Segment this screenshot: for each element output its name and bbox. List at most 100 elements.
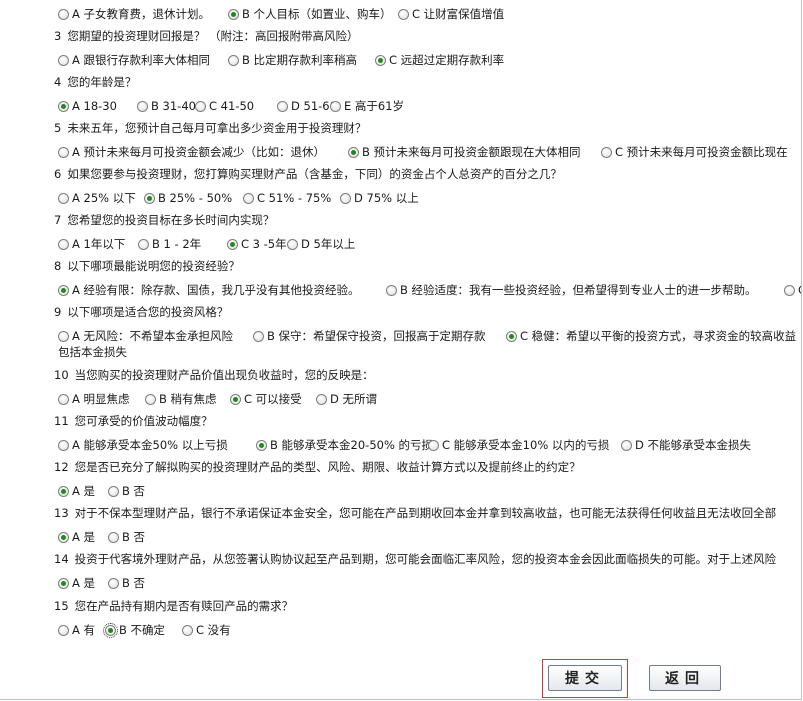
radio-option[interactable]: A 子女教育费，退休计划。 — [58, 6, 210, 22]
radio-unchecked-icon[interactable] — [137, 100, 148, 112]
radio-unchecked-icon[interactable] — [277, 100, 288, 112]
option-label: A 预计未来每月可投资金额会减少（比如：退休） — [72, 145, 326, 159]
radio-option[interactable]: D 不能够承受本金损失 — [621, 437, 751, 453]
radio-option[interactable]: A 1年以下 — [58, 236, 125, 252]
radio-option[interactable]: A 是 — [58, 529, 95, 545]
radio-checked-icon[interactable] — [256, 439, 267, 451]
radio-option[interactable]: D 5年以上 — [287, 236, 355, 252]
radio-unchecked-icon[interactable] — [228, 54, 239, 66]
radio-checked-icon[interactable] — [58, 100, 69, 112]
radio-unchecked-icon[interactable] — [58, 146, 69, 158]
radio-unchecked-icon[interactable] — [108, 531, 119, 543]
radio-unchecked-icon[interactable] — [58, 439, 69, 451]
radio-unchecked-icon[interactable] — [330, 100, 341, 112]
question-text: 您希望您的投资目标在多长时间内实现？ — [67, 213, 275, 227]
radio-unchecked-icon[interactable] — [58, 238, 69, 250]
radio-option[interactable]: C 51% - 75% — [243, 190, 331, 206]
radio-unchecked-icon[interactable] — [108, 485, 119, 497]
radio-unchecked-icon[interactable] — [316, 393, 327, 405]
radio-option[interactable]: A 预计未来每月可投资金额会减少（比如：退休） — [58, 144, 325, 160]
radio-unchecked-icon[interactable] — [340, 192, 351, 204]
radio-option[interactable]: B 经验适度：我有一些投资经验，但希望得到专业人士的进一步帮助。 — [386, 282, 757, 298]
radio-option[interactable]: E 高于61岁 — [330, 98, 404, 114]
radio-option[interactable]: D 51-60 — [277, 98, 337, 114]
radio-unchecked-icon[interactable] — [601, 146, 612, 158]
radio-option[interactable]: B 保守：希望保守投资，回报高于定期存款 — [253, 328, 486, 344]
radio-option[interactable]: D 75% 以上 — [340, 190, 419, 206]
radio-option[interactable]: B 预计未来每月可投资金额跟现在大体相同 — [348, 144, 581, 160]
radio-option[interactable]: A 经验有限：除存款、国债，我几乎没有其他投资经验。 — [58, 282, 360, 298]
radio-option[interactable]: B 稍有焦虑 — [145, 391, 217, 407]
question-number: 12 — [54, 460, 69, 474]
radio-option[interactable]: A 跟银行存款利率大体相同 — [58, 52, 210, 68]
radio-unchecked-icon[interactable] — [386, 284, 397, 296]
back-button[interactable]: 返回 — [649, 665, 721, 691]
radio-unchecked-icon[interactable] — [398, 8, 409, 20]
radio-option[interactable]: B 31-40 — [137, 98, 196, 114]
radio-option[interactable]: A 能够承受本金50% 以上亏损 — [58, 437, 228, 453]
radio-option[interactable]: A 是 — [58, 575, 95, 591]
radio-unchecked-icon[interactable] — [138, 238, 149, 250]
radio-checked-icon[interactable] — [375, 54, 386, 66]
question-number: 3 — [54, 29, 62, 43]
radio-option[interactable]: C 41-50 — [195, 98, 254, 114]
radio-unchecked-icon[interactable] — [195, 100, 206, 112]
radio-option[interactable]: A 明显焦虑 — [58, 391, 130, 407]
radio-option[interactable]: B 比定期存款利率稍高 — [228, 52, 357, 68]
radio-checked-icon[interactable] — [103, 622, 118, 638]
radio-option[interactable]: A 有 — [58, 622, 95, 638]
radio-checked-icon[interactable] — [227, 238, 238, 250]
radio-unchecked-icon[interactable] — [58, 393, 69, 405]
option-label: B 保守：希望保守投资，回报高于定期存款 — [267, 329, 486, 343]
radio-unchecked-icon[interactable] — [243, 192, 254, 204]
radio-option[interactable]: C — [784, 282, 801, 298]
radio-checked-icon[interactable] — [506, 330, 517, 342]
radio-checked-icon[interactable] — [58, 485, 69, 497]
radio-option[interactable]: D 无所谓 — [316, 391, 377, 407]
radio-unchecked-icon[interactable] — [58, 192, 69, 204]
radio-option[interactable]: B 1 - 2年 — [138, 236, 201, 252]
radio-option[interactable]: C 可以接受 — [230, 391, 302, 407]
radio-option[interactable]: B 否 — [108, 575, 145, 591]
radio-option[interactable]: B 能够承受本金20-50% 的亏损 — [256, 437, 433, 453]
question-title: 13 对于不保本型理财产品，银行不承诺保证本金安全，您可能在产品到期收回本金并拿到… — [54, 506, 776, 520]
radio-option[interactable]: A 25% 以下 — [58, 190, 136, 206]
radio-checked-icon[interactable] — [348, 146, 359, 158]
radio-unchecked-icon[interactable] — [58, 330, 69, 342]
radio-option[interactable]: B 不确定 — [103, 622, 165, 638]
radio-option[interactable]: A 18-30 — [58, 98, 117, 114]
radio-option[interactable]: C 稳健：希望以平衡的投资方式，寻求资金的较高收益 — [506, 328, 796, 344]
radio-option[interactable]: C 预计未来每月可投资金额比现在 — [601, 144, 788, 160]
radio-option[interactable]: B 否 — [108, 483, 145, 499]
radio-checked-icon[interactable] — [58, 284, 69, 296]
radio-option[interactable]: C 3 -5年 — [227, 236, 287, 252]
radio-unchecked-icon[interactable] — [58, 624, 69, 636]
radio-option[interactable]: C 能够承受本金10% 以内的亏损 — [428, 437, 609, 453]
radio-option[interactable]: A 无风险：不希望本金承担风险 — [58, 328, 233, 344]
radio-unchecked-icon[interactable] — [58, 54, 69, 66]
radio-option[interactable]: C 让财富保值增值 — [398, 6, 504, 22]
radio-option[interactable]: C 没有 — [182, 622, 231, 638]
submit-button[interactable]: 提交 — [548, 665, 622, 691]
radio-option[interactable]: C 远超过定期存款利率 — [375, 52, 504, 68]
radio-checked-icon[interactable] — [228, 8, 239, 20]
radio-unchecked-icon[interactable] — [58, 8, 69, 20]
radio-option[interactable]: B 否 — [108, 529, 145, 545]
radio-checked-icon[interactable] — [58, 577, 69, 589]
radio-unchecked-icon[interactable] — [253, 330, 264, 342]
radio-unchecked-icon[interactable] — [182, 624, 193, 636]
option-label: C 41-50 — [209, 99, 255, 113]
radio-unchecked-icon[interactable] — [621, 439, 632, 451]
radio-unchecked-icon[interactable] — [287, 238, 298, 250]
radio-unchecked-icon[interactable] — [428, 439, 439, 451]
radio-unchecked-icon[interactable] — [108, 577, 119, 589]
radio-option[interactable]: B 个人目标（如置业、购车） — [228, 6, 392, 22]
option-label: B 否 — [122, 576, 146, 590]
radio-checked-icon[interactable] — [230, 393, 241, 405]
radio-checked-icon[interactable] — [144, 192, 155, 204]
radio-option[interactable]: A 是 — [58, 483, 95, 499]
radio-unchecked-icon[interactable] — [784, 284, 795, 296]
radio-option[interactable]: B 25% - 50% — [144, 190, 232, 206]
radio-checked-icon[interactable] — [58, 531, 69, 543]
radio-unchecked-icon[interactable] — [145, 393, 156, 405]
